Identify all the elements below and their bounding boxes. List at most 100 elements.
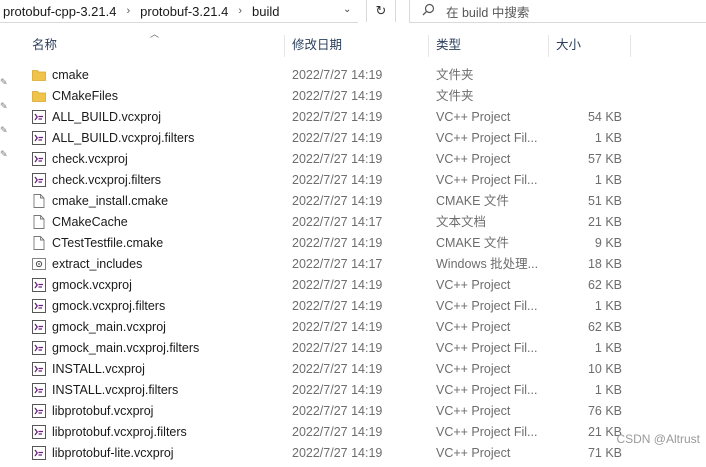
- history-dropdown-icon[interactable]: ⌄: [343, 4, 351, 15]
- column-divider[interactable]: [428, 35, 429, 57]
- file-icon: [32, 194, 46, 208]
- file-date: 2022/7/27 14:19: [292, 236, 383, 250]
- breadcrumb-item-0[interactable]: protobuf-cpp-3.21.4: [0, 4, 119, 19]
- chevron-right-icon[interactable]: ›: [119, 5, 137, 17]
- file-size: 57 KB: [587, 152, 622, 166]
- file-row[interactable]: extract_includes 2022/7/27 14:17 Windows 批…: [20, 254, 640, 275]
- file-row[interactable]: CTestTestfile.cmake 2022/7/27 14:19 CMAKE …: [20, 233, 640, 254]
- file-size: 51 KB: [587, 194, 622, 208]
- file-row[interactable]: cmake_install.cmake 2022/7/27 14:19 CMAKE …: [20, 191, 640, 212]
- file-name[interactable]: libprotobuf.vcxproj.filters: [52, 422, 187, 443]
- pin-icon[interactable]: ✎: [0, 149, 8, 160]
- file-type: 文件夹: [436, 89, 474, 103]
- vcxproj-file-icon: [32, 278, 46, 292]
- file-type: VC++ Project Fil...: [436, 425, 538, 439]
- file-date: 2022/7/27 14:19: [292, 278, 383, 292]
- file-name[interactable]: gmock.vcxproj.filters: [52, 296, 165, 317]
- refresh-icon: ↻: [375, 3, 387, 18]
- file-name[interactable]: ALL_BUILD.vcxproj.filters: [52, 128, 194, 149]
- file-date: 2022/7/27 14:19: [292, 320, 383, 334]
- file-row[interactable]: libprotobuf.vcxproj 2022/7/27 14:19 VC++ P…: [20, 401, 640, 422]
- file-date: 2022/7/27 14:17: [292, 215, 383, 229]
- file-row[interactable]: INSTALL.vcxproj 2022/7/27 14:19 VC++ Proje…: [20, 359, 640, 380]
- file-date: 2022/7/27 14:19: [292, 341, 383, 355]
- file-name[interactable]: gmock.vcxproj: [52, 275, 132, 296]
- file-type: VC++ Project: [436, 404, 511, 418]
- file-type: VC++ Project Fil...: [436, 383, 538, 397]
- vcxproj-file-icon: [32, 152, 46, 166]
- file-row[interactable]: cmake 2022/7/27 14:19 文件夹: [20, 65, 640, 86]
- vcxproj-file-icon: [32, 341, 46, 355]
- chevron-right-icon[interactable]: ›: [231, 5, 249, 17]
- column-date[interactable]: 修改日期: [292, 33, 342, 57]
- column-name[interactable]: 名称: [32, 33, 57, 57]
- file-size: 9 KB: [594, 236, 622, 250]
- column-header: ︿ 名称 修改日期 类型 大小: [20, 29, 632, 57]
- search-placeholder: 在 build 中搜索: [446, 5, 530, 20]
- file-row[interactable]: CMakeCache 2022/7/27 14:17 文本文档 21 KB: [20, 212, 640, 233]
- file-name[interactable]: CMakeCache: [52, 212, 128, 233]
- file-row[interactable]: INSTALL.vcxproj.filters 2022/7/27 14:19 VC…: [20, 380, 640, 401]
- file-name[interactable]: cmake: [52, 65, 89, 86]
- file-name[interactable]: gmock_main.vcxproj.filters: [52, 338, 199, 359]
- column-divider[interactable]: [548, 35, 549, 57]
- file-type: CMAKE 文件: [436, 194, 509, 208]
- file-type: 文件夹: [436, 68, 474, 82]
- file-name[interactable]: libprotobuf.vcxproj: [52, 401, 153, 422]
- file-name[interactable]: extract_includes: [52, 254, 142, 275]
- file-size: 21 KB: [587, 215, 622, 229]
- file-type: VC++ Project Fil...: [436, 173, 538, 187]
- file-icon: [32, 236, 46, 250]
- vcxproj-file-icon: [32, 404, 46, 418]
- file-name[interactable]: CTestTestfile.cmake: [52, 233, 163, 254]
- file-date: 2022/7/27 14:19: [292, 152, 383, 166]
- file-name[interactable]: cmake_install.cmake: [52, 191, 168, 212]
- file-name[interactable]: INSTALL.vcxproj: [52, 359, 145, 380]
- file-row[interactable]: ALL_BUILD.vcxproj 2022/7/27 14:19 VC++ Pro…: [20, 107, 640, 128]
- file-row[interactable]: check.vcxproj.filters 2022/7/27 14:19 VC++…: [20, 170, 640, 191]
- vcxproj-file-icon: [32, 110, 46, 124]
- file-row[interactable]: gmock.vcxproj 2022/7/27 14:19 VC++ Project…: [20, 275, 640, 296]
- file-row[interactable]: check.vcxproj 2022/7/27 14:19 VC++ Project…: [20, 149, 640, 170]
- search-input[interactable]: 在 build 中搜索: [409, 0, 706, 23]
- file-size: 1 KB: [594, 341, 622, 355]
- column-type[interactable]: 类型: [436, 33, 461, 57]
- file-date: 2022/7/27 14:19: [292, 68, 383, 82]
- file-row[interactable]: gmock_main.vcxproj.filters 2022/7/27 14:1…: [20, 338, 640, 359]
- file-type: VC++ Project: [436, 110, 511, 124]
- file-name[interactable]: INSTALL.vcxproj.filters: [52, 380, 178, 401]
- file-name[interactable]: check.vcxproj.filters: [52, 170, 161, 191]
- vcxproj-file-icon: [32, 299, 46, 313]
- vcxproj-file-icon: [32, 131, 46, 145]
- file-name[interactable]: ALL_BUILD.vcxproj: [52, 107, 161, 128]
- breadcrumb-item-2[interactable]: build: [249, 4, 282, 19]
- column-divider[interactable]: [630, 35, 631, 57]
- file-name[interactable]: gmock_main.vcxproj: [52, 317, 166, 338]
- file-size: 1 KB: [594, 131, 622, 145]
- pin-icon[interactable]: ✎: [0, 125, 8, 136]
- file-row[interactable]: gmock_main.vcxproj 2022/7/27 14:19 VC++ Pr…: [20, 317, 640, 338]
- file-icon: [32, 215, 46, 229]
- file-date: 2022/7/27 14:19: [292, 362, 383, 376]
- file-type: VC++ Project: [436, 152, 511, 166]
- file-name[interactable]: check.vcxproj: [52, 149, 128, 170]
- file-size: 1 KB: [594, 299, 622, 313]
- file-size: 76 KB: [587, 404, 622, 418]
- pin-icon[interactable]: ✎: [0, 77, 8, 88]
- breadcrumb[interactable]: protobuf-cpp-3.21.4 › protobuf-3.21.4 › …: [0, 0, 358, 23]
- file-size: 54 KB: [587, 110, 622, 124]
- vcxproj-file-icon: [32, 446, 46, 460]
- file-name[interactable]: CMakeFiles: [52, 86, 118, 107]
- file-row[interactable]: gmock.vcxproj.filters 2022/7/27 14:19 VC++…: [20, 296, 640, 317]
- file-row[interactable]: libprotobuf.vcxproj.filters 2022/7/27 14:…: [20, 422, 640, 443]
- file-type: VC++ Project Fil...: [436, 299, 538, 313]
- file-size: 10 KB: [587, 362, 622, 376]
- file-row[interactable]: ALL_BUILD.vcxproj.filters 2022/7/27 14:19…: [20, 128, 640, 149]
- pin-icon[interactable]: ✎: [0, 101, 8, 112]
- column-size[interactable]: 大小: [556, 33, 581, 57]
- refresh-button[interactable]: ↻: [366, 0, 396, 22]
- file-row[interactable]: CMakeFiles 2022/7/27 14:19 文件夹: [20, 86, 640, 107]
- breadcrumb-item-1[interactable]: protobuf-3.21.4: [137, 4, 231, 19]
- file-type: VC++ Project: [436, 278, 511, 292]
- column-divider[interactable]: [284, 35, 285, 57]
